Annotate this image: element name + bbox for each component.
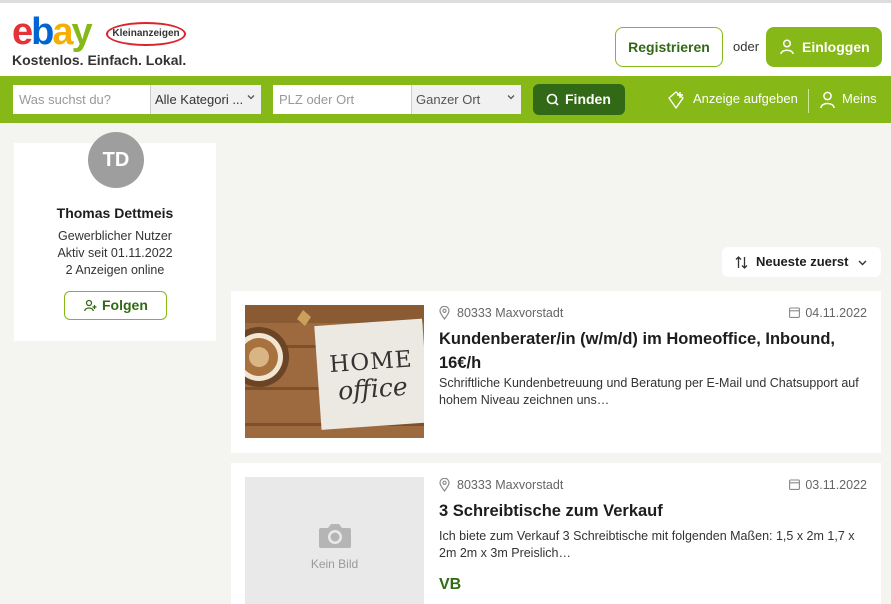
calendar-icon	[789, 479, 801, 490]
or-text: oder	[733, 39, 760, 54]
home-office-photo: HOME office	[245, 305, 424, 438]
ad-description: Ich biete zum Verkauf 3 Schreibtische mi…	[439, 529, 855, 560]
login-button[interactable]: Einloggen	[766, 27, 882, 67]
search-icon	[546, 93, 559, 106]
logo[interactable]: ebay Kleinanzeigen Kostenlos. Einfach. L…	[12, 13, 192, 73]
sort-icon	[735, 256, 748, 269]
ad-price: VB	[439, 576, 462, 593]
user-icon	[820, 91, 835, 109]
search-input[interactable]: Was suchst du?	[13, 85, 150, 114]
find-label: Finden	[565, 91, 611, 107]
follow-icon	[84, 299, 97, 312]
location-pin-icon	[439, 306, 450, 320]
calendar-icon	[789, 307, 801, 318]
ad-date-text: 04.11.2022	[805, 306, 867, 320]
profile-active-since: Aktiv seit 01.11.2022	[57, 246, 173, 260]
svg-text:office: office	[337, 372, 408, 406]
ad-location-text: 80333 Maxvorstadt	[457, 478, 564, 492]
ad-location: 80333 Maxvorstadt	[439, 305, 563, 321]
location-pin-icon	[439, 478, 450, 492]
header: ebay Kleinanzeigen Kostenlos. Einfach. L…	[0, 3, 891, 76]
ad-location-text: 80333 Maxvorstadt	[457, 306, 564, 320]
register-button[interactable]: Registrieren	[615, 27, 723, 67]
ad-card[interactable]: HOME office 80333 Maxvorstadt 04.11.2022…	[231, 291, 881, 453]
login-label: Einloggen	[802, 39, 870, 55]
post-ad-label: Anzeige aufgeben	[693, 91, 798, 106]
category-select-value: Alle Kategori ...	[155, 92, 244, 107]
ad-description: Schriftliche Kundenbetreuung und Beratun…	[439, 376, 859, 407]
ad-date: 04.11.2022	[789, 305, 867, 321]
ad-date-text: 03.11.2022	[805, 478, 867, 492]
logo-wordmark: ebay	[12, 11, 93, 53]
no-image-label: Kein Bild	[310, 557, 359, 571]
avatar[interactable]: TD	[88, 132, 144, 188]
profile-name[interactable]: Thomas Dettmeis	[14, 205, 216, 221]
follow-button[interactable]: Folgen	[64, 291, 167, 320]
logo-badge: Kleinanzeigen	[106, 22, 186, 46]
radius-select[interactable]: Ganzer Ort	[411, 85, 521, 114]
ad-image[interactable]: HOME office	[245, 305, 424, 438]
find-button[interactable]: Finden	[533, 84, 625, 115]
profile-card: TD Thomas Dettmeis Gewerblicher Nutzer A…	[14, 132, 216, 341]
nav-divider	[808, 89, 809, 113]
profile-ads-online: 2 Anzeigen online	[65, 263, 165, 277]
ad-title[interactable]: 3 Schreibtische zum Verkauf	[439, 499, 859, 523]
chevron-down-icon	[247, 95, 255, 100]
follow-label: Folgen	[102, 297, 148, 313]
sort-dropdown[interactable]: Neueste zuerst	[722, 247, 881, 277]
account-link[interactable]: Meins	[820, 89, 877, 109]
radius-select-value: Ganzer Ort	[416, 92, 481, 107]
ad-title[interactable]: Kundenberater/in (w/m/d) im Homeoffice, …	[439, 327, 859, 375]
location-input[interactable]: PLZ oder Ort	[273, 85, 411, 114]
logo-tagline: Kostenlos. Einfach. Lokal.	[12, 52, 187, 68]
ad-card[interactable]: Kein Bild 80333 Maxvorstadt 03.11.2022 3…	[231, 463, 881, 604]
user-icon	[780, 39, 794, 55]
ad-image-placeholder[interactable]: Kein Bild	[245, 477, 424, 604]
camera-icon	[319, 524, 351, 548]
add-ad-icon	[668, 91, 684, 109]
post-ad-link[interactable]: Anzeige aufgeben	[666, 89, 798, 109]
chevron-down-icon	[858, 260, 867, 266]
sort-label: Neueste zuerst	[756, 254, 849, 269]
account-label: Meins	[842, 91, 877, 106]
ad-date: 03.11.2022	[789, 477, 867, 493]
ad-location: 80333 Maxvorstadt	[439, 477, 563, 493]
profile-type: Gewerblicher Nutzer	[58, 229, 172, 243]
chevron-down-icon	[507, 95, 515, 100]
category-select[interactable]: Alle Kategori ...	[150, 85, 261, 114]
search-bar: Was suchst du? Alle Kategori ... PLZ ode…	[0, 76, 891, 123]
